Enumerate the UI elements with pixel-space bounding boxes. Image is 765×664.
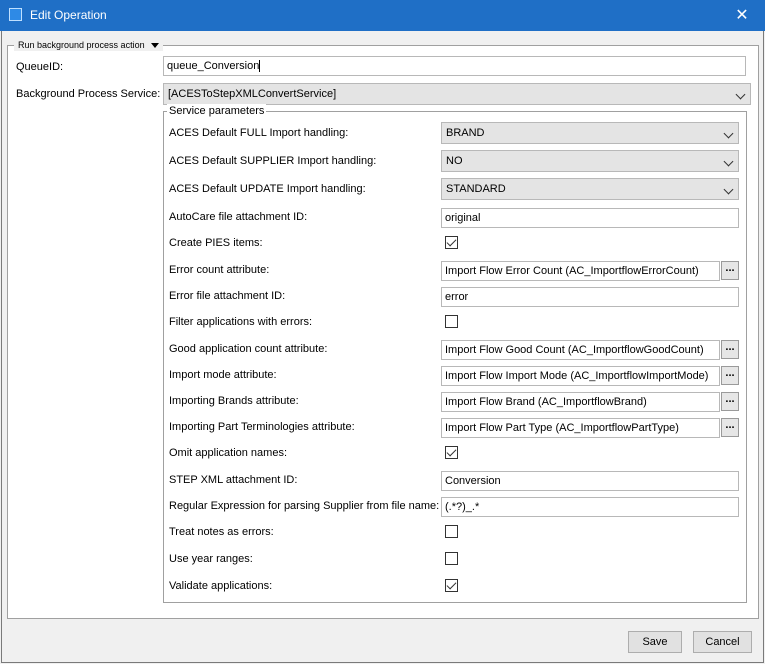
checkmark-icon: [446, 446, 457, 457]
param-text-input[interactable]: Conversion: [441, 471, 739, 491]
param-label: Omit application names:: [169, 447, 287, 459]
checkmark-icon: [446, 579, 457, 590]
caret-down-icon[interactable]: [150, 43, 159, 49]
param-label: Error file attachment ID:: [169, 290, 286, 302]
param-label: Error count attribute:: [169, 264, 270, 276]
chevron-down-icon: [723, 128, 734, 139]
text-cursor: [259, 60, 261, 73]
param-label: Validate applications:: [169, 580, 273, 592]
group-legend[interactable]: Run background process action: [14, 40, 163, 51]
param-label: Good application count attribute:: [169, 343, 328, 355]
queue-id-input[interactable]: queue_Conversion: [163, 56, 746, 76]
param-select-value: BRAND: [446, 127, 485, 139]
param-label: Importing Brands attribute:: [169, 395, 299, 407]
service-value: [ACESToStepXMLConvertService]: [168, 88, 337, 100]
chevron-down-icon: [723, 156, 734, 167]
window-icon: [9, 8, 22, 21]
browse-button[interactable]: ...: [721, 261, 739, 280]
param-label: Create PIES items:: [169, 237, 263, 249]
browse-button[interactable]: ...: [721, 418, 739, 437]
param-checkbox[interactable]: [445, 446, 458, 459]
param-text-input[interactable]: original: [441, 208, 739, 228]
queue-id-label: QueueID:: [16, 61, 64, 73]
param-select-value: NO: [446, 155, 463, 167]
param-label: ACES Default UPDATE Import handling:: [169, 183, 366, 195]
param-label: Filter applications with errors:: [169, 316, 313, 328]
checkmark-icon: [446, 236, 457, 247]
chevron-down-icon: [723, 184, 734, 195]
param-text-input[interactable]: error: [441, 287, 739, 307]
param-lookup-input[interactable]: Import Flow Import Mode (AC_ImportflowIm…: [441, 366, 720, 386]
service-parameters-legend: Service parameters: [167, 104, 267, 118]
param-label: Use year ranges:: [169, 553, 253, 565]
param-label: ACES Default SUPPLIER Import handling:: [169, 155, 377, 167]
param-select[interactable]: NO: [441, 150, 739, 172]
param-checkbox[interactable]: [445, 579, 458, 592]
param-label: Import mode attribute:: [169, 369, 277, 381]
param-lookup-input[interactable]: Import Flow Brand (AC_ImportflowBrand): [441, 392, 720, 412]
param-lookup-input[interactable]: Import Flow Good Count (AC_ImportflowGoo…: [441, 340, 720, 360]
queue-id-value: queue_Conversion: [167, 60, 260, 72]
browse-button[interactable]: ...: [721, 392, 739, 411]
param-label: Regular Expression for parsing Supplier …: [169, 500, 440, 512]
param-checkbox[interactable]: [445, 315, 458, 328]
service-select[interactable]: [ACESToStepXMLConvertService]: [163, 83, 751, 105]
close-icon[interactable]: ✕: [719, 0, 765, 31]
browse-button[interactable]: ...: [721, 366, 739, 385]
title-bar: Edit Operation ✕: [0, 0, 765, 31]
param-label: ACES Default FULL Import handling:: [169, 127, 349, 139]
service-label: Background Process Service:: [16, 88, 161, 100]
chevron-down-icon: [735, 89, 746, 100]
param-checkbox[interactable]: [445, 236, 458, 249]
param-lookup-input[interactable]: Import Flow Part Type (AC_ImportflowPart…: [441, 418, 720, 438]
param-label: AutoCare file attachment ID:: [169, 211, 308, 223]
param-checkbox[interactable]: [445, 525, 458, 538]
param-label: STEP XML attachment ID:: [169, 474, 298, 486]
param-checkbox[interactable]: [445, 552, 458, 565]
param-lookup-input[interactable]: Import Flow Error Count (AC_ImportflowEr…: [441, 261, 720, 281]
param-text-input[interactable]: (.*?)_.*: [441, 497, 739, 517]
param-label: Importing Part Terminologies attribute:: [169, 421, 355, 433]
param-select[interactable]: STANDARD: [441, 178, 739, 200]
save-button[interactable]: Save: [628, 631, 682, 653]
param-label: Treat notes as errors:: [169, 526, 274, 538]
browse-button[interactable]: ...: [721, 340, 739, 359]
param-select-value: STANDARD: [446, 183, 506, 195]
cancel-button[interactable]: Cancel: [693, 631, 752, 653]
window-title: Edit Operation: [30, 8, 107, 22]
group-legend-label: Run background process action: [18, 40, 145, 50]
param-select[interactable]: BRAND: [441, 122, 739, 144]
